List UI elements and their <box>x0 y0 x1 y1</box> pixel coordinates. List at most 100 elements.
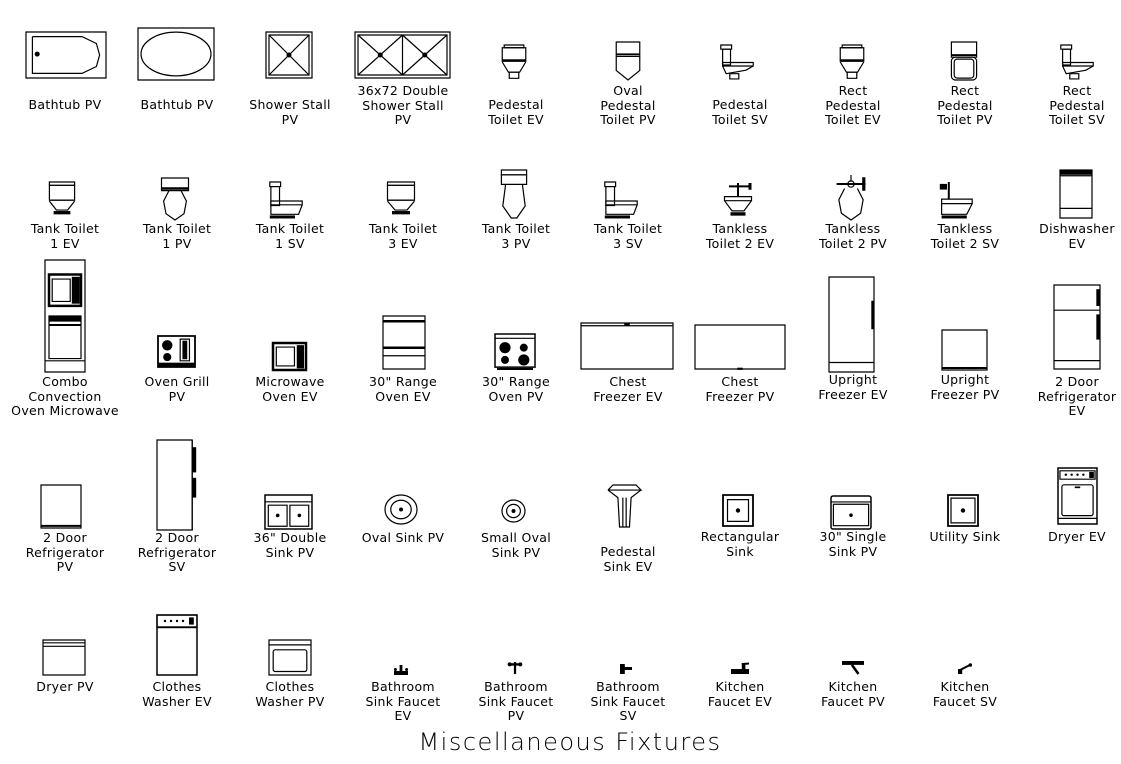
rect-pedestal-toilet-ev-symbol <box>838 45 866 79</box>
kitchen-faucet-pv-icon <box>842 661 864 674</box>
two-door-refrigerator-ev-icon <box>1054 285 1100 369</box>
bathroom-sink-faucet-ev-label: Bathroom Sink Faucet EV <box>365 679 441 723</box>
dishwasher-ev-icon <box>1060 170 1092 218</box>
tank-toilet-1-sv-label: Tank Toilet 1 SV <box>255 221 325 251</box>
tank-toilet-3-pv-symbol <box>500 170 528 218</box>
kitchen-faucet-sv-label: Kitchen Faucet SV <box>932 679 998 709</box>
pedestal-toilet-ev-icon <box>500 45 528 79</box>
microwave-oven-ev-icon <box>273 343 306 370</box>
single-sink-pv-label: 30" Single Sink PV <box>819 529 887 559</box>
utility-sink-symbol <box>948 495 978 526</box>
clothes-washer-pv-symbol <box>269 640 311 675</box>
tankless-toilet-2-pv-symbol <box>835 175 867 220</box>
pedestal-toilet-sv-symbol <box>719 45 755 80</box>
tank-toilet-3-ev-symbol <box>386 182 416 215</box>
rect-pedestal-toilet-ev-icon <box>838 45 866 79</box>
upright-freezer-ev-icon <box>829 277 874 372</box>
dryer-pv-icon <box>43 640 85 675</box>
upright-freezer-pv-label: Upright Freezer PV <box>930 372 1000 402</box>
kitchen-faucet-pv-label: Kitchen Faucet PV <box>821 679 885 709</box>
bathroom-sink-faucet-pv-icon <box>507 662 523 674</box>
rectangular-sink-icon <box>723 495 753 526</box>
shower-stall-pv-label: Shower Stall PV <box>249 97 331 127</box>
rect-pedestal-toilet-sv-symbol <box>1059 45 1095 80</box>
rect-pedestal-toilet-ev-label: Rect Pedestal Toilet EV <box>825 83 881 127</box>
chest-freezer-ev-icon <box>581 323 673 369</box>
single-sink-pv-symbol <box>831 496 871 529</box>
tank-toilet-3-sv-label: Tank Toilet 3 SV <box>593 221 663 251</box>
two-door-refrigerator-sv-label: 2 Door Refrigerator SV <box>137 530 217 574</box>
small-oval-sink-pv-symbol <box>502 500 525 522</box>
pedestal-sink-ev-icon <box>608 485 641 527</box>
rectangular-sink-symbol <box>723 495 753 526</box>
tank-toilet-1-ev-symbol <box>48 182 76 215</box>
two-door-refrigerator-ev-symbol <box>1054 285 1100 369</box>
small-oval-sink-pv-label: Small Oval Sink PV <box>480 530 552 560</box>
tank-toilet-1-sv-icon <box>268 182 304 219</box>
kitchen-faucet-ev-icon <box>731 663 749 674</box>
oval-pedestal-toilet-pv-label: Oval Pedestal Toilet PV <box>600 83 656 127</box>
rectangular-sink-label: Rectangular Sink <box>700 529 780 559</box>
kitchen-faucet-ev-label: Kitchen Faucet EV <box>707 679 773 709</box>
tank-toilet-3-sv-icon <box>603 182 639 219</box>
bathroom-sink-faucet-sv-icon <box>620 664 632 674</box>
tank-toilet-3-ev-label: Tank Toilet 3 EV <box>368 221 438 251</box>
double-sink-pv-label: 36" Double Sink PV <box>253 530 327 560</box>
range-oven-pv-label: 30" Range Oven PV <box>482 374 550 404</box>
oval-sink-pv-label: Oval Sink PV <box>361 530 445 545</box>
range-oven-ev-symbol <box>383 316 425 369</box>
chest-freezer-pv-label: Chest Freezer PV <box>705 374 775 404</box>
utility-sink-label: Utility Sink <box>929 529 1001 544</box>
bathtub-pv-1-label: Bathtub PV <box>28 97 102 112</box>
tank-toilet-3-sv-symbol <box>603 182 639 220</box>
double-sink-pv-symbol <box>265 495 312 529</box>
microwave-oven-ev-label: Microwave Oven EV <box>255 374 325 404</box>
bathroom-sink-faucet-ev-symbol <box>393 665 409 675</box>
pedestal-toilet-ev-label: Pedestal Toilet EV <box>488 97 544 127</box>
upright-freezer-ev-symbol <box>829 277 874 372</box>
range-oven-pv-symbol <box>495 334 535 370</box>
tankless-toilet-2-sv-label: Tankless Toilet 2 SV <box>930 221 1000 251</box>
tank-toilet-1-ev-icon <box>48 182 76 215</box>
utility-sink-icon <box>948 495 978 526</box>
dryer-ev-symbol <box>1058 468 1097 524</box>
tank-toilet-1-sv-symbol <box>268 182 304 220</box>
oval-sink-pv-symbol <box>385 495 417 524</box>
chest-freezer-ev-symbol <box>581 323 673 369</box>
combo-convection-oven-microwave-icon <box>45 260 85 372</box>
tank-toilet-1-pv-label: Tank Toilet 1 PV <box>142 221 212 251</box>
upright-freezer-pv-icon <box>942 330 987 370</box>
bathroom-sink-faucet-sv-label: Bathroom Sink Faucet SV <box>590 679 666 723</box>
dryer-pv-label: Dryer PV <box>36 679 94 694</box>
pedestal-sink-ev-label: Pedestal Sink EV <box>600 544 656 574</box>
range-oven-pv-icon <box>495 334 535 370</box>
two-door-refrigerator-pv-label: 2 Door Refrigerator PV <box>25 530 105 574</box>
upright-freezer-pv-symbol <box>942 330 987 370</box>
pedestal-toilet-ev-symbol <box>500 45 528 79</box>
oval-pedestal-toilet-pv-icon <box>614 42 642 80</box>
pedestal-sink-ev-symbol <box>608 485 641 527</box>
tankless-toilet-2-sv-icon <box>939 182 974 219</box>
tank-toilet-3-pv-label: Tank Toilet 3 PV <box>481 221 551 251</box>
bathtub-pv-1-icon <box>26 32 106 78</box>
shower-stall-pv-symbol <box>266 32 312 78</box>
two-door-refrigerator-sv-icon <box>157 440 197 530</box>
dishwasher-ev-symbol <box>1060 170 1092 218</box>
chest-freezer-pv-symbol <box>695 325 785 370</box>
oven-grill-pv-symbol <box>158 336 195 367</box>
chest-freezer-ev-label: Chest Freezer EV <box>593 374 663 404</box>
tankless-toilet-2-pv-label: Tankless Toilet 2 PV <box>819 221 887 251</box>
kitchen-faucet-sv-icon <box>958 663 973 674</box>
bathtub-pv-2-symbol <box>138 28 214 80</box>
oven-grill-pv-icon <box>158 336 195 367</box>
tankless-toilet-2-ev-icon <box>723 183 753 216</box>
tank-toilet-1-ev-label: Tank Toilet 1 EV <box>30 221 100 251</box>
oval-sink-pv-icon <box>385 495 417 524</box>
tank-toilet-3-pv-icon <box>500 170 528 218</box>
two-door-refrigerator-pv-icon <box>41 485 81 528</box>
tank-toilet-1-pv-icon <box>160 178 190 220</box>
tankless-toilet-2-sv-symbol <box>938 182 974 220</box>
double-shower-stall-pv-label: 36x72 Double Shower Stall PV <box>357 83 449 127</box>
rect-pedestal-toilet-pv-symbol <box>950 42 978 80</box>
two-door-refrigerator-ev-label: 2 Door Refrigerator EV <box>1037 374 1117 418</box>
